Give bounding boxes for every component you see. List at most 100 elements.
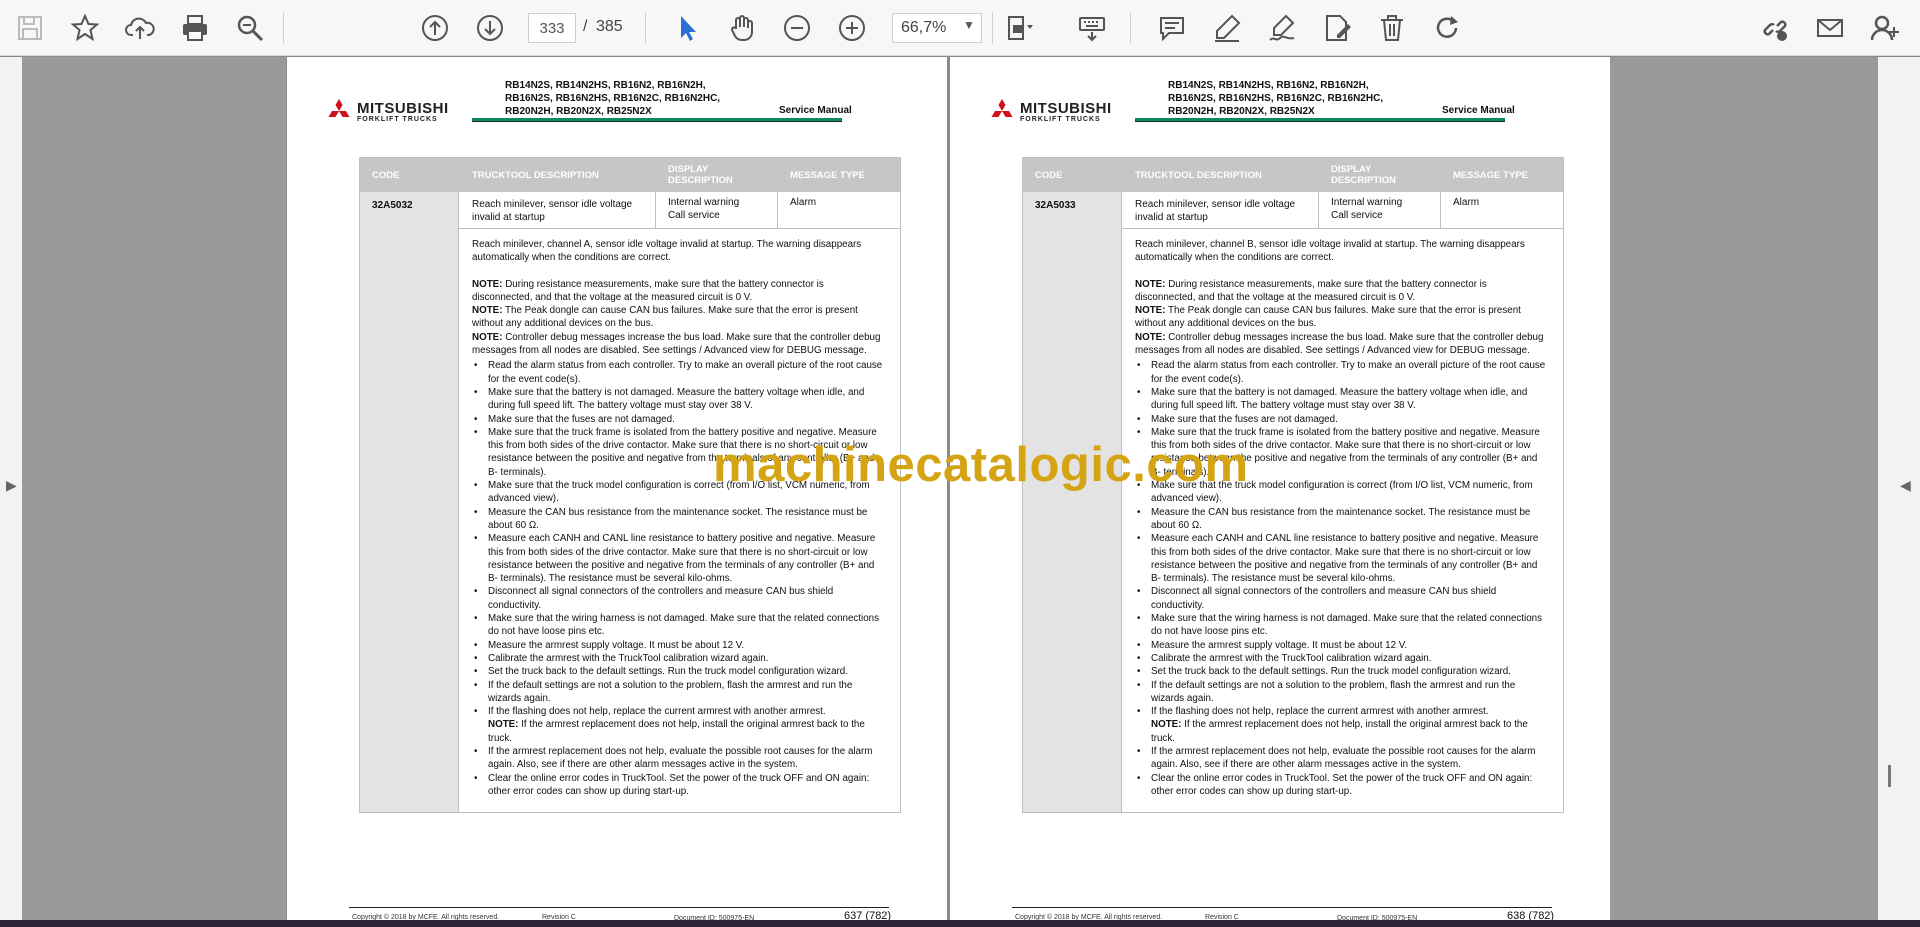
page-separator: / <box>583 18 588 35</box>
list-item: Make sure that the fuses are not damaged… <box>1135 413 1555 427</box>
zoom-select[interactable]: 66,7% ▼ <box>892 13 982 43</box>
add-user-icon[interactable] <box>1865 8 1905 48</box>
sign-icon[interactable] <box>1262 8 1302 48</box>
th-display: DISPLAY DESCRIPTION <box>1331 164 1396 186</box>
list-item: Read the alarm status from each controll… <box>472 359 892 386</box>
redo-icon[interactable] <box>1427 8 1467 48</box>
model-list: RB14N2S, RB14N2HS, RB16N2, RB16N2H, RB16… <box>1168 80 1384 117</box>
expand-left-icon[interactable]: ▶ <box>6 477 17 494</box>
viewer-margin-right <box>1610 57 1878 920</box>
header-rule <box>472 118 842 122</box>
toolbar: / 385 66,7% ▼ <box>0 0 1920 56</box>
select-cursor-icon[interactable] <box>667 8 707 48</box>
troubleshooting-text: Reach minilever, channel A, sensor idle … <box>472 238 892 798</box>
share-link-icon[interactable] <box>1755 8 1795 48</box>
list-item: Set the truck back to the default settin… <box>1135 665 1555 679</box>
mitsubishi-logo: MITSUBISHI FORKLIFT TRUCKS <box>988 97 1128 127</box>
taskbar-edge <box>0 920 1920 927</box>
hand-tool-icon[interactable] <box>722 8 762 48</box>
steps-list: Read the alarm status from each controll… <box>1135 359 1555 798</box>
keyboard-icon[interactable] <box>1072 8 1112 48</box>
zoom-out-icon[interactable] <box>777 8 817 48</box>
list-item: Measure each CANH and CANL line resistan… <box>472 532 892 585</box>
upload-cloud-icon[interactable] <box>120 8 160 48</box>
table-header: CODE TRUCKTOOL DESCRIPTION DISPLAY DESCRI… <box>1023 158 1563 192</box>
list-item: Measure the armrest supply voltage. It m… <box>472 639 892 653</box>
zoom-in-icon[interactable] <box>832 8 872 48</box>
viewer-margin-left <box>22 57 286 920</box>
th-display: DISPLAY DESCRIPTION <box>668 164 733 186</box>
list-item: Calibrate the armrest with the TruckTool… <box>1135 652 1555 666</box>
three-diamonds-icon <box>328 99 350 117</box>
left-panel-toggle[interactable]: ▶ <box>0 57 22 920</box>
page-fit-icon[interactable] <box>1000 8 1040 48</box>
list-item: Make sure that the battery is not damage… <box>1135 386 1555 413</box>
list-item: If the flashing does not help, replace t… <box>1135 705 1555 745</box>
email-icon[interactable] <box>1810 8 1850 48</box>
bookmark-star-icon[interactable] <box>65 8 105 48</box>
list-item: Set the truck back to the default settin… <box>472 665 892 679</box>
service-manual-label: Service Manual <box>779 105 852 116</box>
watermark-text: machinecatalogic.com <box>713 438 1249 492</box>
trucktool-description: Reach minilever, sensor idle voltage inva… <box>472 199 633 223</box>
header-rule <box>1135 118 1505 122</box>
footer-rule <box>349 907 889 908</box>
chevron-down-icon: ▼ <box>963 18 975 32</box>
list-item: Measure each CANH and CANL line resistan… <box>1135 532 1555 585</box>
table-header: CODE TRUCKTOOL DESCRIPTION DISPLAY DESCRI… <box>360 158 900 192</box>
scrollbar-thumb[interactable] <box>1888 765 1891 787</box>
th-message-type: MESSAGE TYPE <box>790 169 865 181</box>
print-icon[interactable] <box>175 8 215 48</box>
zoom-value: 66,7% <box>901 19 947 36</box>
event-code: 32A5033 <box>1035 200 1076 211</box>
message-type: Alarm <box>790 197 817 208</box>
th-trucktool: TRUCKTOOL DESCRIPTION <box>1135 169 1262 181</box>
zoom-find-icon[interactable] <box>230 8 270 48</box>
list-item: Measure the CAN bus resistance from the … <box>1135 506 1555 533</box>
display-description: Internal warning Call service <box>1331 197 1403 221</box>
display-description: Internal warning Call service <box>668 197 740 221</box>
page-down-icon[interactable] <box>470 8 510 48</box>
th-code: CODE <box>1035 169 1063 181</box>
troubleshooting-text: Reach minilever, channel B, sensor idle … <box>1135 238 1555 798</box>
th-message-type: MESSAGE TYPE <box>1453 169 1528 181</box>
list-item: Calibrate the armrest with the TruckTool… <box>472 652 892 666</box>
list-item: Make sure that the wiring harness is not… <box>1135 612 1555 639</box>
list-item: Make sure that the battery is not damage… <box>472 386 892 413</box>
steps-list: Read the alarm status from each controll… <box>472 359 892 798</box>
list-item: Make sure that the fuses are not damaged… <box>472 413 892 427</box>
service-manual-label: Service Manual <box>1442 105 1515 116</box>
message-type: Alarm <box>1453 197 1480 208</box>
list-item: Measure the armrest supply voltage. It m… <box>1135 639 1555 653</box>
right-panel-toggle[interactable]: ◀ <box>1878 57 1920 920</box>
page-up-icon[interactable] <box>415 8 455 48</box>
footer-rule <box>1012 907 1552 908</box>
mitsubishi-logo: MITSUBISHI FORKLIFT TRUCKS <box>325 97 465 127</box>
delete-icon[interactable] <box>1372 8 1412 48</box>
page-number-input[interactable] <box>528 13 576 43</box>
event-code: 32A5032 <box>372 200 413 211</box>
list-item: Disconnect all signal connectors of the … <box>472 585 892 612</box>
save-icon[interactable] <box>10 8 50 48</box>
list-item: Read the alarm status from each controll… <box>1135 359 1555 386</box>
highlight-pen-icon[interactable] <box>1207 8 1247 48</box>
list-item: Clear the online error codes in TruckToo… <box>1135 772 1555 799</box>
comment-icon[interactable] <box>1152 8 1192 48</box>
model-list: RB14N2S, RB14N2HS, RB16N2, RB16N2H, RB16… <box>505 80 721 117</box>
three-diamonds-icon <box>991 99 1013 117</box>
code-column: 32A5033 <box>1023 192 1122 812</box>
list-item: Clear the online error codes in TruckToo… <box>472 772 892 799</box>
list-item: If the default settings are not a soluti… <box>472 679 892 706</box>
page-total: 385 <box>596 18 623 35</box>
list-item: If the flashing does not help, replace t… <box>472 705 892 745</box>
th-code: CODE <box>372 169 400 181</box>
trucktool-description: Reach minilever, sensor idle voltage inva… <box>1135 199 1296 223</box>
expand-right-icon[interactable]: ◀ <box>1900 477 1911 494</box>
list-item: Measure the CAN bus resistance from the … <box>472 506 892 533</box>
list-item: Make sure that the wiring harness is not… <box>472 612 892 639</box>
list-item: Disconnect all signal connectors of the … <box>1135 585 1555 612</box>
th-trucktool: TRUCKTOOL DESCRIPTION <box>472 169 599 181</box>
list-item: If the default settings are not a soluti… <box>1135 679 1555 706</box>
edit-text-icon[interactable] <box>1317 8 1357 48</box>
list-item: If the armrest replacement does not help… <box>472 745 892 772</box>
